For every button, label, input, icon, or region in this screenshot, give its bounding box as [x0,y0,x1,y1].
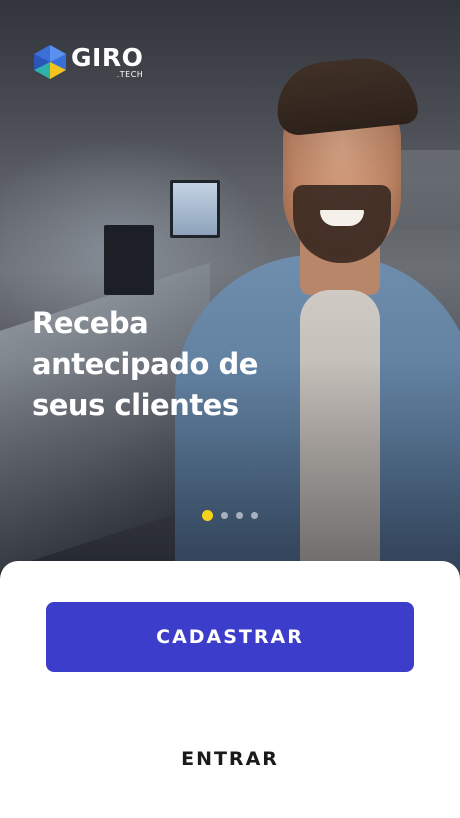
carousel-dot-active[interactable] [202,510,213,521]
carousel-pagination [0,510,460,521]
brand-logo: GIRO .TECH [32,44,143,80]
giro-logo-icon [32,44,68,80]
carousel-dot[interactable] [236,512,243,519]
register-button[interactable]: CADASTRAR [46,602,414,672]
carousel-dot[interactable] [221,512,228,519]
logo-name: GIRO [71,43,144,72]
carousel-dot[interactable] [251,512,258,519]
logo-suffix: .TECH [116,70,144,79]
logo-wordmark: GIRO .TECH [71,45,143,79]
action-sheet: CADASTRAR ENTRAR [0,561,460,818]
carousel-headline: Receba antecipado de seus clientes [32,306,258,422]
hero-image: GIRO .TECH Receba antecipado de seus cli… [0,0,460,600]
login-button[interactable]: ENTRAR [130,739,330,779]
